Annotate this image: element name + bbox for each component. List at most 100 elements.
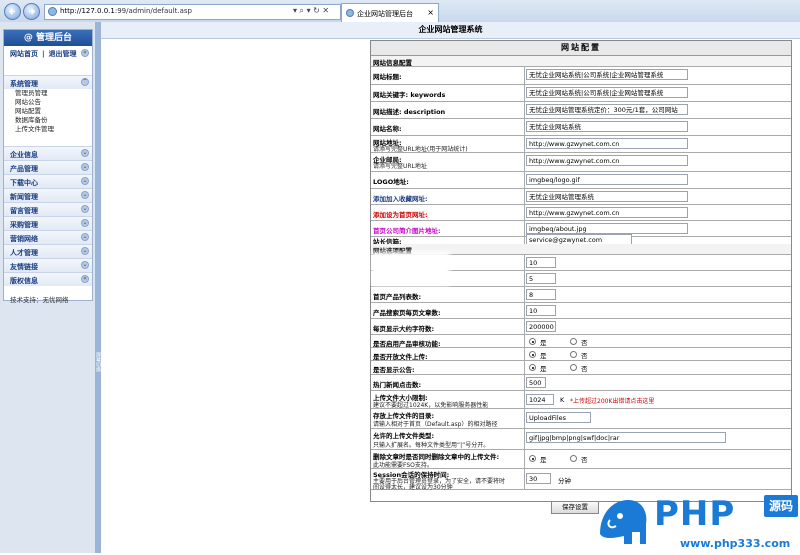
section-news[interactable]: 新闻管理 ⌄ [4, 188, 92, 202]
chevron-down-icon[interactable]: ⌄ [81, 205, 89, 213]
section-system-header[interactable]: 系统管理 ⌃ [4, 75, 92, 89]
row-sublabel: 请添写完整URL地址 [373, 163, 427, 170]
forward-button[interactable] [23, 3, 40, 20]
sidebar-item-admins[interactable]: 管理员管理 [4, 89, 92, 98]
section-copyright[interactable]: 版权信息 « [4, 272, 92, 286]
row-delete-files: 删除文章时是否同时删除文章中的上传文件: 此功能需要FSO支持。 是 否 [371, 450, 791, 469]
save-button[interactable]: 保存设置 [551, 501, 599, 514]
section-products[interactable]: 产品管理 ⌄ [4, 160, 92, 174]
delete-no-radio[interactable] [570, 455, 577, 462]
section-label: 营销网络 [10, 235, 38, 243]
hot-news-input[interactable]: 500 [526, 377, 546, 388]
tab-title: 企业网站管理后台 [357, 10, 413, 18]
address-url: http://127.0.0.1:99/admin/default.asp [60, 7, 192, 15]
row-sublabel: 建议不要超过1024K，以免影响服务器性能 [373, 402, 489, 409]
section-label: 人才管理 [10, 249, 38, 257]
upload-size-input[interactable]: 1024 [526, 394, 554, 405]
info-row: 网站名称: 无忧企业网站系统 [371, 119, 791, 136]
chevron-down-icon[interactable]: ⌄ [81, 163, 89, 171]
option-input[interactable]: 5 [526, 273, 556, 284]
no-radio[interactable] [570, 351, 577, 358]
sidebar-item-site-config[interactable]: 网站配置 [4, 107, 92, 116]
no-radio[interactable] [570, 338, 577, 345]
session-input[interactable]: 30 [526, 473, 551, 484]
chevron-down-icon[interactable]: ⌄ [81, 219, 89, 227]
chevron-down-icon[interactable]: ⌄ [81, 261, 89, 269]
home-link[interactable]: 网站首页 [10, 50, 38, 58]
chevron-down-icon[interactable]: ⌄ [81, 247, 89, 255]
sidebar-top-links: 网站首页 | 退出管理 [10, 49, 77, 59]
section-label: 产品管理 [10, 165, 38, 173]
upload-help-link[interactable]: *上传超过200K出错请点击这里 [570, 396, 654, 405]
option-row: 产品搜索页每页文章数: 10 [371, 303, 791, 319]
yes-radio[interactable] [529, 351, 536, 358]
chevron-left-icon[interactable]: « [81, 275, 89, 283]
file-types-input[interactable]: gif|jpg|bmp|png|swf|doc|rar [526, 432, 726, 443]
back-button[interactable] [4, 3, 21, 20]
section-label: 版权信息 [10, 277, 38, 285]
radio-label: 是 [540, 365, 547, 373]
option-input[interactable]: 10 [526, 257, 556, 268]
row-label: 网站关键字: keywords [373, 91, 446, 99]
section-company[interactable]: 企业信息 ⌄ [4, 146, 92, 160]
section-system-label: 系统管理 [10, 80, 38, 88]
row-upload-dir: 存放上传文件的目录: 请输入相对于首页（Default.asp）的相对路径 Upl… [371, 409, 791, 429]
no-radio[interactable] [570, 364, 577, 371]
section-label: 友情链接 [10, 263, 38, 271]
delete-yes-radio[interactable] [529, 455, 536, 462]
address-controls[interactable]: ▾ ⌕ ▾ ↻ ✕ [293, 6, 329, 16]
logout-link[interactable]: 退出管理 [49, 50, 77, 58]
info-input[interactable]: 无忧企业网站系统|公司系统|企业网站管理系统 [526, 69, 688, 80]
row-upload-size: 上传文件大小限制: 建议不要超过1024K，以免影响服务器性能 1024 K *上… [371, 391, 791, 409]
chevron-down-icon[interactable]: ⌄ [81, 177, 89, 185]
section-downloads[interactable]: 下载中心 ⌄ [4, 174, 92, 188]
yes-radio[interactable] [529, 364, 536, 371]
radio-label: 否 [581, 456, 588, 464]
chevron-down-icon[interactable]: ⌄ [81, 149, 89, 157]
row-sublabel: 请输入相对于首页（Default.asp）的相对路径 [373, 421, 498, 428]
chevron-up-icon[interactable]: ⌃ [81, 78, 89, 86]
section-purchasing[interactable]: 采购管理 ⌄ [4, 216, 92, 230]
section-marketing[interactable]: 营销网络 ⌄ [4, 230, 92, 244]
upload-dir-input[interactable]: UploadFiles [526, 412, 591, 423]
row-label: 网站名称: [373, 125, 402, 133]
row-label: 首页产品列表数: [373, 293, 422, 301]
section-list: 企业信息 ⌄ 产品管理 ⌄ 下载中心 ⌄ 新闻管理 ⌄ 留言管理 ⌄ 采购管理 ⌄ 营销网络… [4, 146, 92, 286]
info-input[interactable]: 无忧企业网站管理系统 [526, 191, 688, 202]
chevron-down-icon[interactable]: ⌄ [81, 233, 89, 241]
info-input[interactable]: 无忧企业网站系统 [526, 121, 688, 132]
sidebar-item-notices[interactable]: 网站公告 [4, 98, 92, 107]
section-talent[interactable]: 人才管理 ⌄ [4, 244, 92, 258]
sidebar-item-db-backup[interactable]: 数据库备份 [4, 116, 92, 125]
sidebar-item-uploads[interactable]: 上传文件管理 [4, 125, 92, 134]
section-messages[interactable]: 留言管理 ⌄ [4, 202, 92, 216]
yes-radio[interactable] [529, 338, 536, 345]
collapse-top-icon[interactable]: « [81, 49, 89, 57]
link-separator: | [42, 50, 45, 58]
option-input[interactable]: 10 [526, 305, 556, 316]
section-label: 下载中心 [10, 179, 38, 187]
row-label: 网站描述: description [373, 108, 446, 116]
section-label: 企业信息 [10, 151, 38, 159]
close-tab-icon[interactable]: × [427, 8, 434, 17]
chevron-down-icon[interactable]: ⌄ [81, 191, 89, 199]
info-row: 网站标题: 无忧企业网站系统|公司系统|企业网站管理系统 [371, 67, 791, 85]
section-links[interactable]: 友情链接 ⌄ [4, 258, 92, 272]
tab-page-icon [346, 9, 354, 17]
info-input[interactable]: 无忧企业网站系统|公司系统|企业网站管理系统 [526, 87, 688, 98]
info-input[interactable]: imgbeq/about.jpg [526, 223, 688, 234]
option-input[interactable]: 200000 [526, 321, 556, 332]
frame-splitter[interactable]: 屏幕切换 [95, 22, 101, 553]
info-input[interactable]: http://www.gzwynet.com.cn [526, 207, 688, 218]
info-input[interactable]: 无忧企业网站管理系统定价：300元/1套，公司网站 [526, 104, 688, 115]
info-input[interactable]: http://www.gzwynet.com.cn [526, 155, 688, 166]
row-label: 网站标题: [373, 73, 402, 81]
info-input[interactable]: http://www.gzwynet.com.cn [526, 138, 688, 149]
info-section-header: 网站信息配置 [371, 56, 791, 67]
address-bar[interactable]: http://127.0.0.1:99/admin/default.asp ▾ … [44, 4, 341, 20]
page-icon [48, 7, 57, 16]
info-row: LOGO地址: imgbeq/logo.gif [371, 172, 791, 189]
info-input[interactable]: imgbeq/logo.gif [526, 174, 688, 185]
browser-tab[interactable]: 企业网站管理后台 × [341, 3, 439, 23]
option-input[interactable]: 8 [526, 289, 556, 300]
